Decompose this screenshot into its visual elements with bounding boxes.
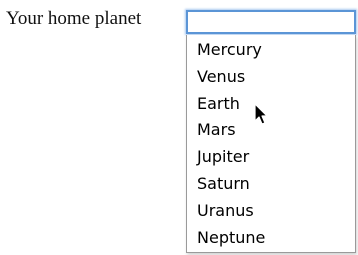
planet-option-saturn[interactable]: Saturn — [187, 171, 355, 198]
home-planet-input[interactable] — [186, 10, 356, 34]
planet-option-mars[interactable]: Mars — [187, 117, 355, 144]
planet-option-uranus[interactable]: Uranus — [187, 198, 355, 225]
home-planet-label: Your home planet — [6, 8, 142, 29]
planet-option-earth[interactable]: Earth — [187, 91, 355, 118]
planet-suggestions-list: Mercury Venus Earth Mars Jupiter Saturn … — [186, 35, 356, 253]
planet-option-neptune[interactable]: Neptune — [187, 225, 355, 252]
planet-option-venus[interactable]: Venus — [187, 64, 355, 91]
planet-option-jupiter[interactable]: Jupiter — [187, 144, 355, 171]
arrow-pointer-icon — [254, 103, 268, 125]
planet-option-mercury[interactable]: Mercury — [187, 37, 355, 64]
